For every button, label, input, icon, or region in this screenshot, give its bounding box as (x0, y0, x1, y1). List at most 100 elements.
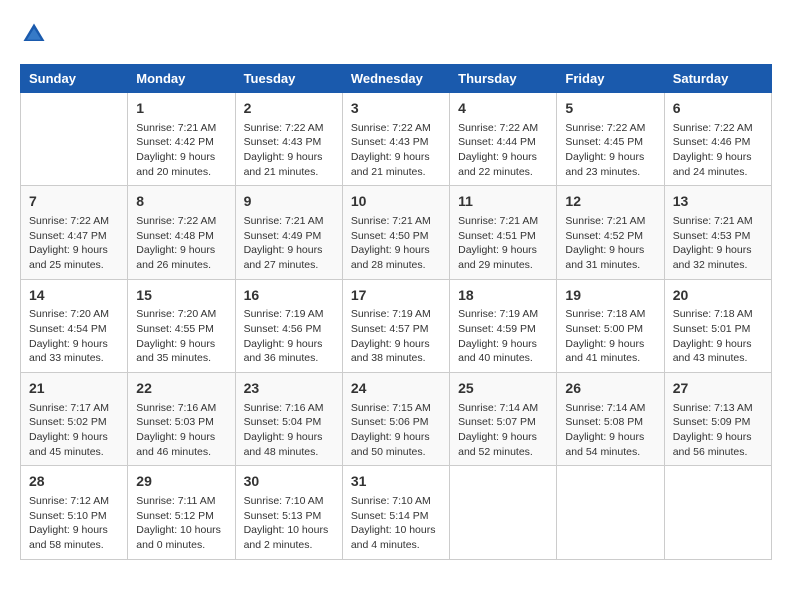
day-detail: Sunrise: 7:16 AMSunset: 5:04 PMDaylight:… (244, 401, 334, 460)
column-header-sunday: Sunday (21, 65, 128, 93)
day-detail: Sunrise: 7:10 AMSunset: 5:14 PMDaylight:… (351, 494, 441, 553)
day-number: 11 (458, 192, 548, 212)
day-detail: Sunrise: 7:22 AMSunset: 4:44 PMDaylight:… (458, 121, 548, 180)
calendar-cell: 28Sunrise: 7:12 AMSunset: 5:10 PMDayligh… (21, 466, 128, 559)
calendar-week-row: 1Sunrise: 7:21 AMSunset: 4:42 PMDaylight… (21, 93, 772, 186)
day-detail: Sunrise: 7:22 AMSunset: 4:48 PMDaylight:… (136, 214, 226, 273)
day-number: 24 (351, 379, 441, 399)
day-detail: Sunrise: 7:22 AMSunset: 4:43 PMDaylight:… (351, 121, 441, 180)
calendar-cell: 12Sunrise: 7:21 AMSunset: 4:52 PMDayligh… (557, 186, 664, 279)
day-number: 4 (458, 99, 548, 119)
day-number: 10 (351, 192, 441, 212)
calendar-week-row: 28Sunrise: 7:12 AMSunset: 5:10 PMDayligh… (21, 466, 772, 559)
calendar-cell (557, 466, 664, 559)
day-number: 7 (29, 192, 119, 212)
calendar-cell: 19Sunrise: 7:18 AMSunset: 5:00 PMDayligh… (557, 279, 664, 372)
calendar-cell: 21Sunrise: 7:17 AMSunset: 5:02 PMDayligh… (21, 373, 128, 466)
calendar-cell: 26Sunrise: 7:14 AMSunset: 5:08 PMDayligh… (557, 373, 664, 466)
calendar-cell: 14Sunrise: 7:20 AMSunset: 4:54 PMDayligh… (21, 279, 128, 372)
day-number: 5 (565, 99, 655, 119)
column-header-thursday: Thursday (450, 65, 557, 93)
calendar-cell: 9Sunrise: 7:21 AMSunset: 4:49 PMDaylight… (235, 186, 342, 279)
day-number: 1 (136, 99, 226, 119)
calendar-cell: 13Sunrise: 7:21 AMSunset: 4:53 PMDayligh… (664, 186, 771, 279)
calendar-cell: 24Sunrise: 7:15 AMSunset: 5:06 PMDayligh… (342, 373, 449, 466)
calendar-cell: 5Sunrise: 7:22 AMSunset: 4:45 PMDaylight… (557, 93, 664, 186)
calendar-cell: 15Sunrise: 7:20 AMSunset: 4:55 PMDayligh… (128, 279, 235, 372)
day-detail: Sunrise: 7:18 AMSunset: 5:00 PMDaylight:… (565, 307, 655, 366)
calendar-week-row: 14Sunrise: 7:20 AMSunset: 4:54 PMDayligh… (21, 279, 772, 372)
calendar-cell (21, 93, 128, 186)
calendar-cell: 8Sunrise: 7:22 AMSunset: 4:48 PMDaylight… (128, 186, 235, 279)
day-number: 28 (29, 472, 119, 492)
day-detail: Sunrise: 7:20 AMSunset: 4:54 PMDaylight:… (29, 307, 119, 366)
day-number: 2 (244, 99, 334, 119)
day-number: 30 (244, 472, 334, 492)
day-number: 31 (351, 472, 441, 492)
calendar-cell: 22Sunrise: 7:16 AMSunset: 5:03 PMDayligh… (128, 373, 235, 466)
calendar-cell: 4Sunrise: 7:22 AMSunset: 4:44 PMDaylight… (450, 93, 557, 186)
calendar-cell: 17Sunrise: 7:19 AMSunset: 4:57 PMDayligh… (342, 279, 449, 372)
column-header-tuesday: Tuesday (235, 65, 342, 93)
calendar-cell: 20Sunrise: 7:18 AMSunset: 5:01 PMDayligh… (664, 279, 771, 372)
day-number: 9 (244, 192, 334, 212)
day-detail: Sunrise: 7:22 AMSunset: 4:46 PMDaylight:… (673, 121, 763, 180)
day-number: 6 (673, 99, 763, 119)
day-detail: Sunrise: 7:14 AMSunset: 5:07 PMDaylight:… (458, 401, 548, 460)
day-detail: Sunrise: 7:22 AMSunset: 4:43 PMDaylight:… (244, 121, 334, 180)
day-detail: Sunrise: 7:22 AMSunset: 4:47 PMDaylight:… (29, 214, 119, 273)
calendar-week-row: 7Sunrise: 7:22 AMSunset: 4:47 PMDaylight… (21, 186, 772, 279)
calendar-cell: 27Sunrise: 7:13 AMSunset: 5:09 PMDayligh… (664, 373, 771, 466)
calendar-cell: 2Sunrise: 7:22 AMSunset: 4:43 PMDaylight… (235, 93, 342, 186)
calendar-cell: 16Sunrise: 7:19 AMSunset: 4:56 PMDayligh… (235, 279, 342, 372)
day-number: 21 (29, 379, 119, 399)
day-number: 17 (351, 286, 441, 306)
day-number: 12 (565, 192, 655, 212)
day-detail: Sunrise: 7:13 AMSunset: 5:09 PMDaylight:… (673, 401, 763, 460)
calendar-cell: 25Sunrise: 7:14 AMSunset: 5:07 PMDayligh… (450, 373, 557, 466)
day-detail: Sunrise: 7:21 AMSunset: 4:49 PMDaylight:… (244, 214, 334, 273)
logo (20, 20, 52, 48)
day-detail: Sunrise: 7:20 AMSunset: 4:55 PMDaylight:… (136, 307, 226, 366)
calendar-cell: 18Sunrise: 7:19 AMSunset: 4:59 PMDayligh… (450, 279, 557, 372)
page-header (20, 20, 772, 48)
column-header-friday: Friday (557, 65, 664, 93)
day-detail: Sunrise: 7:16 AMSunset: 5:03 PMDaylight:… (136, 401, 226, 460)
day-detail: Sunrise: 7:14 AMSunset: 5:08 PMDaylight:… (565, 401, 655, 460)
day-detail: Sunrise: 7:21 AMSunset: 4:53 PMDaylight:… (673, 214, 763, 273)
calendar-cell: 31Sunrise: 7:10 AMSunset: 5:14 PMDayligh… (342, 466, 449, 559)
calendar-cell (664, 466, 771, 559)
calendar-header-row: SundayMondayTuesdayWednesdayThursdayFrid… (21, 65, 772, 93)
calendar-week-row: 21Sunrise: 7:17 AMSunset: 5:02 PMDayligh… (21, 373, 772, 466)
calendar-cell: 23Sunrise: 7:16 AMSunset: 5:04 PMDayligh… (235, 373, 342, 466)
day-number: 14 (29, 286, 119, 306)
day-number: 13 (673, 192, 763, 212)
day-number: 19 (565, 286, 655, 306)
day-detail: Sunrise: 7:19 AMSunset: 4:59 PMDaylight:… (458, 307, 548, 366)
day-detail: Sunrise: 7:10 AMSunset: 5:13 PMDaylight:… (244, 494, 334, 553)
day-number: 29 (136, 472, 226, 492)
column-header-wednesday: Wednesday (342, 65, 449, 93)
day-number: 23 (244, 379, 334, 399)
calendar-cell: 6Sunrise: 7:22 AMSunset: 4:46 PMDaylight… (664, 93, 771, 186)
day-detail: Sunrise: 7:22 AMSunset: 4:45 PMDaylight:… (565, 121, 655, 180)
day-number: 20 (673, 286, 763, 306)
day-detail: Sunrise: 7:18 AMSunset: 5:01 PMDaylight:… (673, 307, 763, 366)
calendar-cell: 1Sunrise: 7:21 AMSunset: 4:42 PMDaylight… (128, 93, 235, 186)
column-header-monday: Monday (128, 65, 235, 93)
day-detail: Sunrise: 7:15 AMSunset: 5:06 PMDaylight:… (351, 401, 441, 460)
day-number: 27 (673, 379, 763, 399)
column-header-saturday: Saturday (664, 65, 771, 93)
day-detail: Sunrise: 7:21 AMSunset: 4:51 PMDaylight:… (458, 214, 548, 273)
day-detail: Sunrise: 7:21 AMSunset: 4:50 PMDaylight:… (351, 214, 441, 273)
day-number: 22 (136, 379, 226, 399)
day-number: 26 (565, 379, 655, 399)
calendar-cell: 10Sunrise: 7:21 AMSunset: 4:50 PMDayligh… (342, 186, 449, 279)
calendar-cell: 29Sunrise: 7:11 AMSunset: 5:12 PMDayligh… (128, 466, 235, 559)
calendar-cell: 7Sunrise: 7:22 AMSunset: 4:47 PMDaylight… (21, 186, 128, 279)
calendar-cell: 30Sunrise: 7:10 AMSunset: 5:13 PMDayligh… (235, 466, 342, 559)
calendar-cell: 11Sunrise: 7:21 AMSunset: 4:51 PMDayligh… (450, 186, 557, 279)
day-detail: Sunrise: 7:21 AMSunset: 4:52 PMDaylight:… (565, 214, 655, 273)
day-number: 8 (136, 192, 226, 212)
calendar-cell: 3Sunrise: 7:22 AMSunset: 4:43 PMDaylight… (342, 93, 449, 186)
